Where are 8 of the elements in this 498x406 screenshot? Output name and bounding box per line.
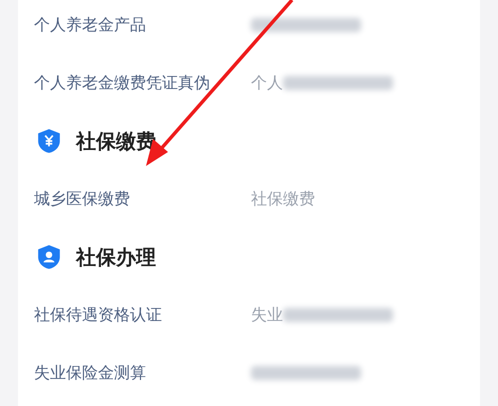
service-link[interactable]: 失业保险金测算 — [34, 361, 251, 385]
service-link[interactable]: 城乡医保缴费 — [34, 187, 251, 211]
section-title: 社保办理 — [76, 244, 156, 271]
service-link[interactable]: 个人养老金缴费凭证真伪 — [34, 71, 251, 95]
service-link[interactable]: 社保待遇资格认证 — [34, 303, 251, 327]
shield-person-icon — [36, 243, 62, 271]
shield-yen-icon — [36, 127, 62, 155]
service-link[interactable]: 个人养老金产品 — [34, 13, 251, 37]
